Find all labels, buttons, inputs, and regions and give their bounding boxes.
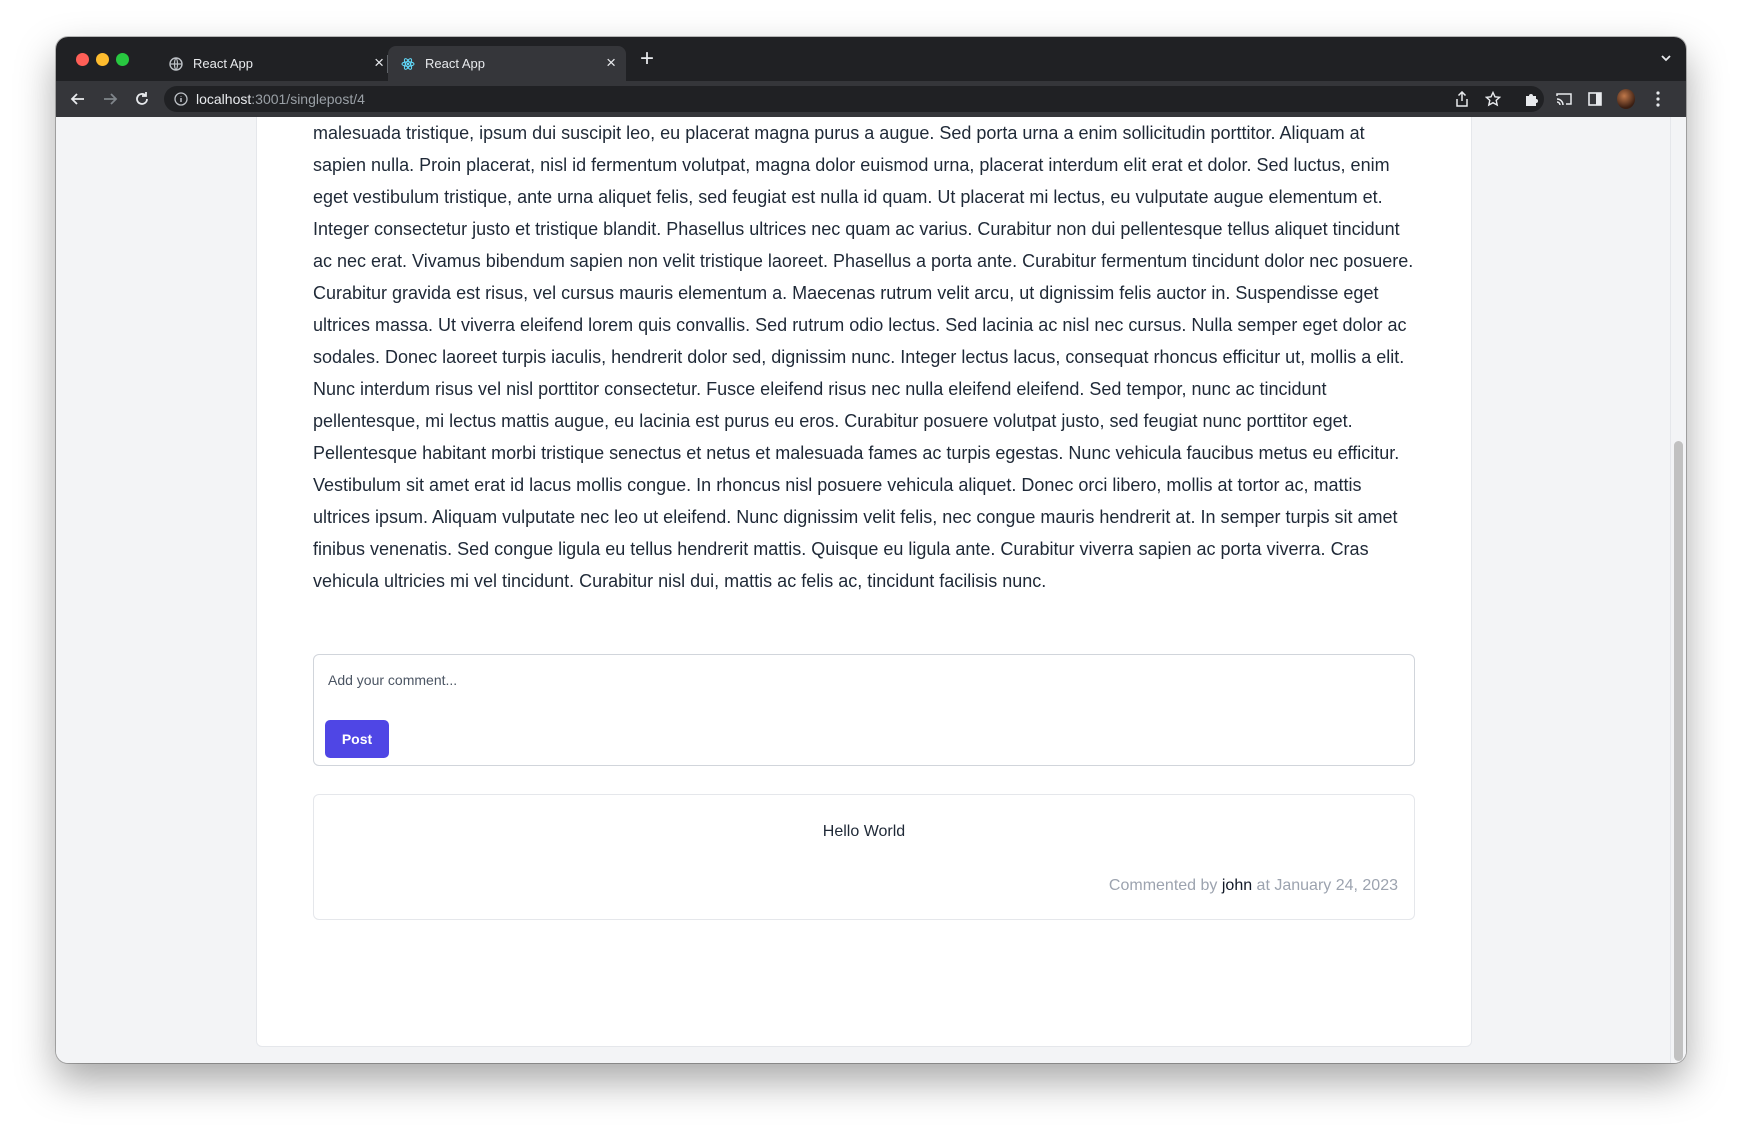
comment-meta-middle: at <box>1252 877 1275 894</box>
url-path: :3001/singlepost/4 <box>251 91 365 107</box>
globe-icon <box>168 56 184 72</box>
post-comment-button[interactable]: Post <box>325 720 389 758</box>
react-logo-icon <box>400 56 416 72</box>
comment-meta-prefix: Commented by <box>1108 877 1222 894</box>
browser-window: React App × React App × + localhost:300… <box>56 37 1686 1063</box>
maximize-window-button[interactable] <box>116 53 129 66</box>
post-card: malesuada tristique, ipsum dui suscipit … <box>256 117 1472 1047</box>
tab-title: React App <box>425 56 485 71</box>
comment-meta: Commented by john at January 24, 2023 <box>1109 877 1398 895</box>
chevron-down-icon[interactable] <box>1660 51 1672 69</box>
comment-date: January 24, 2023 <box>1274 877 1398 894</box>
scrollbar[interactable] <box>1670 117 1686 1063</box>
close-window-button[interactable] <box>76 53 89 66</box>
reload-icon[interactable] <box>132 89 152 109</box>
new-tab-plus-icon[interactable]: + <box>640 47 654 71</box>
address-bar[interactable]: localhost:3001/singlepost/4 <box>164 86 1544 112</box>
tab-title: React App <box>193 56 253 71</box>
forward-arrow-icon[interactable] <box>100 89 120 109</box>
tab-react-app-1[interactable]: React App × <box>156 46 394 81</box>
site-info-icon[interactable] <box>174 92 188 106</box>
close-tab-icon[interactable]: × <box>374 54 384 72</box>
url-host: localhost <box>196 91 252 107</box>
share-icon[interactable] <box>1453 90 1471 108</box>
more-options-icon[interactable] <box>1649 90 1667 108</box>
comment-text: Hello World <box>822 823 906 840</box>
profile-avatar[interactable] <box>1617 89 1635 109</box>
browser-titlebar: React App × React App × + <box>56 37 1686 81</box>
comment-author: john <box>1221 877 1253 894</box>
minimize-window-button[interactable] <box>96 53 109 66</box>
cast-icon[interactable] <box>1555 90 1573 108</box>
close-tab-icon[interactable]: × <box>606 54 616 72</box>
bookmark-star-icon[interactable] <box>1484 90 1502 108</box>
extensions-puzzle-icon[interactable] <box>1523 90 1541 108</box>
scrollbar-thumb[interactable] <box>1674 441 1683 1061</box>
comment-item: Hello World Commented by john at January… <box>313 794 1415 920</box>
browser-toolbar: localhost:3001/singlepost/4 <box>56 81 1686 117</box>
comment-input[interactable] <box>326 667 1400 693</box>
side-panel-icon[interactable] <box>1586 90 1604 108</box>
post-body-text: malesuada tristique, ipsum dui suscipit … <box>313 123 1414 591</box>
tab-react-app-2[interactable]: React App × <box>388 46 626 81</box>
back-arrow-icon[interactable] <box>68 89 88 109</box>
comment-form: Post <box>313 654 1415 766</box>
page-viewport: malesuada tristique, ipsum dui suscipit … <box>56 117 1686 1063</box>
